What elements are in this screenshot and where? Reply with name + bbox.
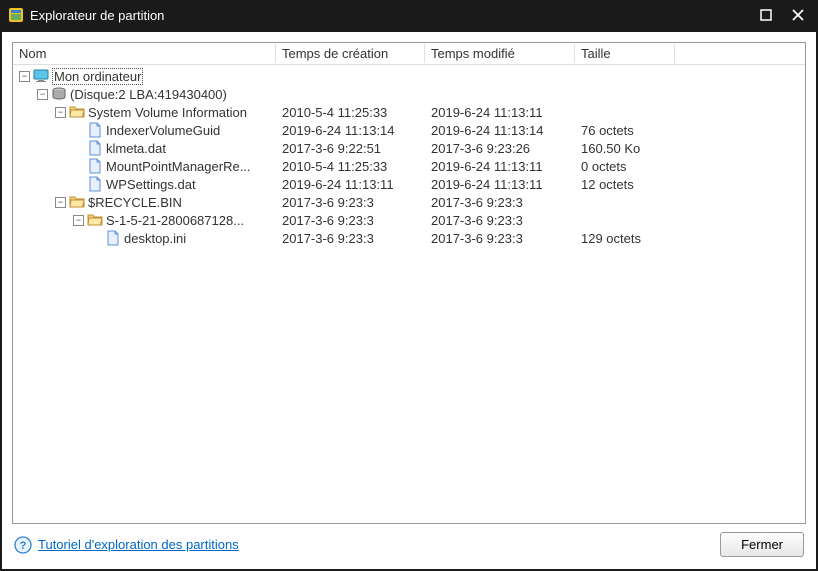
tree-row-recycle[interactable]: − $RECYCLE.BIN 2017-3-6 9:23:3 2017-3-6 …: [13, 193, 805, 211]
expander-icon[interactable]: −: [55, 197, 66, 208]
tree-view[interactable]: Nom Temps de création Temps modifié Tail…: [12, 42, 806, 524]
maximize-button[interactable]: [754, 3, 778, 27]
window-controls: [754, 3, 810, 27]
tree-row-svi[interactable]: − System Volume Information 2010-5-4 11:…: [13, 103, 805, 121]
cell-size: 160.50 Ko: [575, 141, 675, 156]
cell-size: 129 octets: [575, 231, 675, 246]
file-icon: [87, 122, 103, 138]
file-icon: [87, 158, 103, 174]
tree-label: WPSettings.dat: [106, 177, 196, 192]
computer-icon: [33, 68, 49, 84]
window: Explorateur de partition Nom Temps de cr…: [0, 0, 818, 571]
tutorial-link[interactable]: Tutoriel d'exploration des partitions: [38, 537, 239, 552]
svg-text:?: ?: [20, 540, 27, 552]
tree-row-file[interactable]: desktop.ini 2017-3-6 9:23:3 2017-3-6 9:2…: [13, 229, 805, 247]
tree-label: Mon ordinateur: [52, 68, 143, 85]
tree-body: − Mon ordinateur − (Disque:2 LBA:4194304…: [13, 65, 805, 249]
content-area: Nom Temps de création Temps modifié Tail…: [2, 32, 816, 569]
cell-size: 76 octets: [575, 123, 675, 138]
cell-created: 2019-6-24 11:13:11: [276, 177, 425, 192]
tree-row-file[interactable]: IndexerVolumeGuid 2019-6-24 11:13:14 201…: [13, 121, 805, 139]
tree-label: (Disque:2 LBA:419430400): [70, 87, 227, 102]
app-icon: [8, 7, 24, 23]
expander-icon[interactable]: −: [55, 107, 66, 118]
cell-created: 2010-5-4 11:25:33: [276, 105, 425, 120]
cell-created: 2017-3-6 9:23:3: [276, 213, 425, 228]
tree-row-file[interactable]: klmeta.dat 2017-3-6 9:22:51 2017-3-6 9:2…: [13, 139, 805, 157]
titlebar: Explorateur de partition: [0, 0, 818, 30]
header-created[interactable]: Temps de création: [276, 44, 425, 63]
tree-label: S-1-5-21-2800687128...: [106, 213, 244, 228]
close-button[interactable]: [786, 3, 810, 27]
cell-modified: 2019-6-24 11:13:11: [425, 177, 575, 192]
cell-created: 2019-6-24 11:13:14: [276, 123, 425, 138]
file-icon: [105, 230, 121, 246]
cell-size: 0 octets: [575, 159, 675, 174]
file-icon: [87, 140, 103, 156]
cell-modified: 2019-6-24 11:13:11: [425, 159, 575, 174]
window-title: Explorateur de partition: [30, 8, 754, 23]
tree-label: klmeta.dat: [106, 141, 166, 156]
file-icon: [87, 176, 103, 192]
cell-modified: 2019-6-24 11:13:14: [425, 123, 575, 138]
cell-created: 2017-3-6 9:23:3: [276, 195, 425, 210]
cell-created: 2017-3-6 9:23:3: [276, 231, 425, 246]
cell-modified: 2017-3-6 9:23:3: [425, 195, 575, 210]
cell-modified: 2019-6-24 11:13:11: [425, 105, 575, 120]
disk-icon: [51, 86, 67, 102]
cell-modified: 2017-3-6 9:23:26: [425, 141, 575, 156]
tree-row-disk[interactable]: − (Disque:2 LBA:419430400): [13, 85, 805, 103]
folder-open-icon: [69, 104, 85, 120]
tree-label: IndexerVolumeGuid: [106, 123, 220, 138]
close-dialog-button[interactable]: Fermer: [720, 532, 804, 557]
cell-created: 2010-5-4 11:25:33: [276, 159, 425, 174]
help-icon: ?: [14, 536, 32, 554]
expander-icon[interactable]: −: [37, 89, 48, 100]
tree-row-file[interactable]: WPSettings.dat 2019-6-24 11:13:11 2019-6…: [13, 175, 805, 193]
tree-label: desktop.ini: [124, 231, 186, 246]
column-headers: Nom Temps de création Temps modifié Tail…: [13, 43, 805, 65]
header-size[interactable]: Taille: [575, 44, 675, 63]
tutorial-link-container: ? Tutoriel d'exploration des partitions: [14, 536, 239, 554]
tree-row-computer[interactable]: − Mon ordinateur: [13, 67, 805, 85]
tree-row-file[interactable]: MountPointManagerRe... 2010-5-4 11:25:33…: [13, 157, 805, 175]
tree-label: MountPointManagerRe...: [106, 159, 251, 174]
header-modified[interactable]: Temps modifié: [425, 44, 575, 63]
tree-label: $RECYCLE.BIN: [88, 195, 182, 210]
folder-open-icon: [87, 212, 103, 228]
cell-size: 12 octets: [575, 177, 675, 192]
cell-modified: 2017-3-6 9:23:3: [425, 213, 575, 228]
folder-open-icon: [69, 194, 85, 210]
cell-modified: 2017-3-6 9:23:3: [425, 231, 575, 246]
footer: ? Tutoriel d'exploration des partitions …: [12, 524, 806, 559]
cell-created: 2017-3-6 9:22:51: [276, 141, 425, 156]
expander-icon[interactable]: −: [73, 215, 84, 226]
tree-label: System Volume Information: [88, 105, 247, 120]
tree-row-sid-folder[interactable]: − S-1-5-21-2800687128... 2017-3-6 9:23:3…: [13, 211, 805, 229]
expander-icon[interactable]: −: [19, 71, 30, 82]
header-name[interactable]: Nom: [13, 44, 276, 63]
